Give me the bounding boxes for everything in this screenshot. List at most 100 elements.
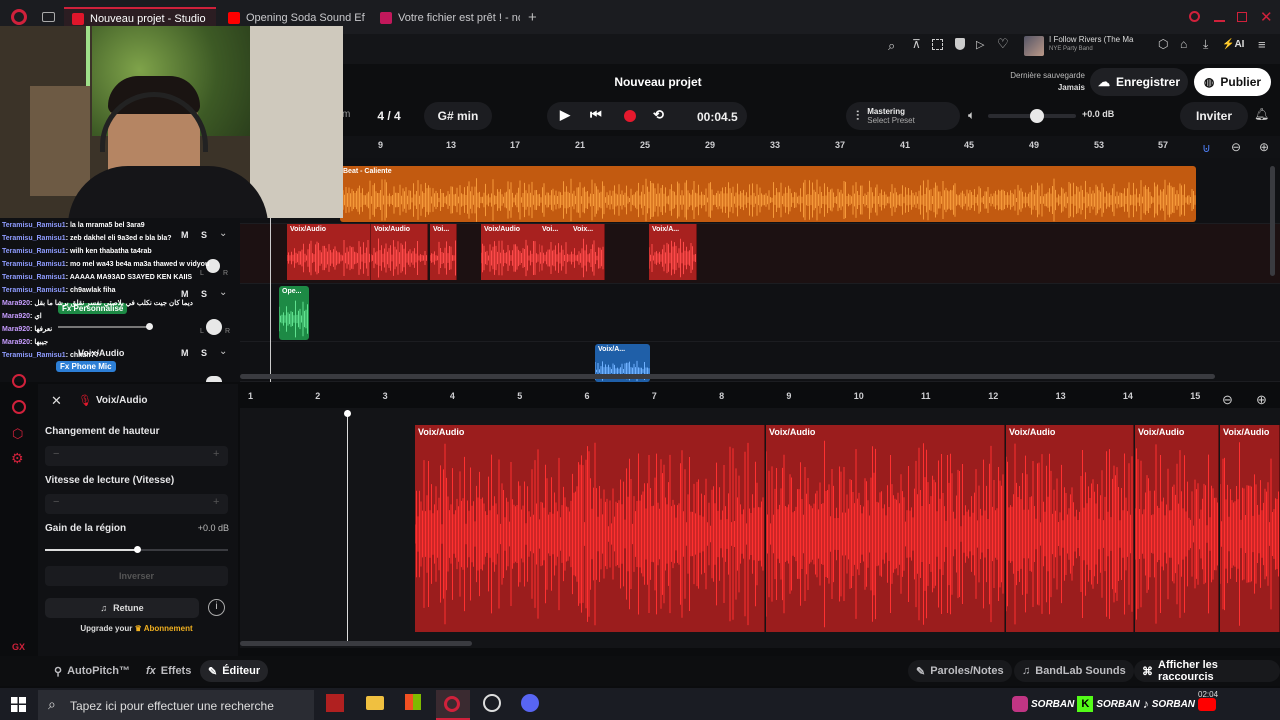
zoom-out-icon[interactable]: ⊖ [1231, 140, 1241, 154]
now-playing-title[interactable]: I Follow Rivers (The Ma [1049, 35, 1141, 44]
effects-button[interactable]: fx Effets [138, 660, 199, 682]
chat-username[interactable]: Mara920 [2, 313, 30, 320]
download-icon[interactable]: ⤓ [1203, 37, 1208, 52]
chat-username[interactable]: Teramisu_Ramisu1 [2, 235, 66, 242]
editor-clip[interactable]: Voix/Audio [1135, 425, 1219, 632]
chat-username[interactable]: Mara920 [2, 300, 30, 307]
record-icon[interactable] [12, 374, 26, 388]
editor-scrollbar[interactable] [240, 641, 472, 646]
clip-voice[interactable]: Voix... [570, 224, 605, 280]
clip-voice[interactable]: Voix/Audio [287, 224, 371, 280]
magnet-icon[interactable]: ⊍ [1202, 141, 1211, 155]
clip-voice[interactable]: Voix/Audio [371, 224, 428, 280]
mastering-button[interactable]: ⫶ Mastering Select Preset [846, 102, 960, 130]
clip-voice[interactable]: Voi... [430, 224, 457, 280]
key-selector[interactable]: G# min [424, 102, 492, 130]
loop-button[interactable]: ⟲ [653, 107, 664, 123]
search-tabs-icon[interactable] [1189, 11, 1200, 22]
editor-ruler[interactable]: 1 2 3 4 5 6 7 8 9 10 11 12 13 14 15 [240, 388, 1280, 408]
record-button[interactable] [624, 110, 636, 122]
editor-zoom-in-icon[interactable]: ⊕ [1256, 392, 1267, 408]
volume-icon[interactable]: 🔈︎ [968, 108, 975, 123]
editor-button[interactable]: ✎ Éditeur [200, 660, 269, 682]
history-icon[interactable] [12, 400, 26, 414]
editor-clip[interactable]: Voix/Audio [766, 425, 1005, 632]
pan-knob[interactable] [206, 376, 222, 382]
clock[interactable]: 02:04 [1198, 690, 1218, 699]
menu-icon[interactable]: ≡ [1258, 37, 1266, 52]
timeline-ruler[interactable]: 9 13 17 21 25 29 33 37 41 45 49 53 57 [340, 136, 1280, 158]
editor-clip[interactable]: Voix/Audio [1006, 425, 1134, 632]
windows-start-icon[interactable] [11, 697, 26, 712]
pin-icon[interactable]: ⊼ [912, 37, 921, 51]
info-icon[interactable]: i [208, 599, 225, 616]
clip-voice[interactable]: Voi... [539, 224, 571, 280]
skip-back-button[interactable]: ⏮ [590, 107, 602, 123]
editor-clip[interactable]: Voix/Audio [1220, 425, 1280, 632]
minus-icon[interactable]: − [53, 448, 59, 460]
chat-username[interactable]: Teramisu_Ramisu1 [2, 287, 66, 294]
reverse-button[interactable]: Inverser [45, 566, 228, 586]
settings-icon[interactable]: ⚙ [11, 450, 24, 467]
folder-icon[interactable] [366, 696, 384, 710]
close-window-icon[interactable]: ✕ [1260, 8, 1273, 26]
chat-username[interactable]: Teramisu_Ramisu1 [2, 222, 66, 229]
opera-gx-icon[interactable] [436, 690, 470, 720]
chat-username[interactable]: Mara920 [2, 339, 30, 346]
chat-username[interactable]: Teramisu_Ramisu1 [2, 274, 66, 281]
pitch-stepper[interactable]: − + [45, 446, 228, 466]
close-editor-icon[interactable]: ✕ [51, 393, 62, 409]
shield-icon[interactable] [955, 38, 965, 50]
play-icon[interactable]: ▷ [976, 38, 984, 51]
gain-slider[interactable] [45, 546, 228, 553]
project-title[interactable]: Nouveau projet [600, 75, 716, 89]
retune-button[interactable]: ♫ Retune [45, 598, 199, 618]
discord-icon[interactable] [521, 694, 539, 712]
opera-logo-icon[interactable] [11, 9, 27, 25]
store-icon[interactable] [405, 694, 421, 710]
tab-file-ready[interactable]: Votre fichier est prêt ! - no [372, 7, 520, 29]
publish-button[interactable]: ◍ Publier [1194, 68, 1271, 96]
zoom-icon[interactable]: ⌕ [888, 38, 895, 54]
clip-voice[interactable]: Voix/Audio [481, 224, 547, 280]
workspace-icon[interactable] [42, 12, 55, 22]
minus-icon[interactable]: − [53, 496, 59, 508]
volume-slider[interactable] [988, 109, 1076, 123]
ai-button[interactable]: ⚡AI [1222, 39, 1244, 50]
fx-badge[interactable]: Fx Phone Mic [56, 361, 116, 372]
editor-clip[interactable]: Voix/Audio [415, 425, 765, 632]
new-tab-button[interactable]: + [528, 9, 537, 26]
gain-slider-knob[interactable] [133, 546, 141, 553]
chat-username[interactable]: Teramisu_Ramisu1 [2, 352, 66, 359]
horizontal-scrollbar[interactable] [240, 374, 1215, 379]
speed-stepper[interactable]: − + [45, 494, 228, 514]
clip-voice[interactable]: Voix/A... [649, 224, 697, 280]
zoom-in-icon[interactable]: ⊕ [1259, 140, 1269, 154]
extensions-icon[interactable]: ⬡ [1158, 37, 1168, 51]
plus-icon[interactable]: + [213, 448, 219, 460]
autopitch-button[interactable]: ⚲ AutoPitch™ [46, 660, 138, 682]
clip-green[interactable]: Ope... [279, 286, 309, 340]
play-button[interactable]: ▶ [560, 107, 570, 123]
maximize-icon[interactable] [1237, 12, 1247, 22]
subscription-link[interactable]: Abonnement [144, 624, 193, 633]
heart-icon[interactable]: ♡ [997, 36, 1009, 52]
sounds-button[interactable]: ♫ BandLab Sounds [1014, 660, 1134, 682]
account-icon[interactable]: ⌂ [1180, 37, 1187, 51]
playhead[interactable] [270, 216, 271, 382]
editor-playhead[interactable] [347, 410, 348, 642]
clip-beat[interactable]: Beat - Caliente [340, 166, 1196, 222]
app-icon-video[interactable] [326, 694, 344, 712]
snapshot-icon[interactable] [932, 39, 943, 50]
lyrics-button[interactable]: ✎ Paroles/Notes [908, 660, 1012, 682]
chat-username[interactable]: Mara920 [2, 326, 30, 333]
taskbar-search[interactable]: ⌕ Tapez ici pour effectuer une recherche [38, 690, 314, 720]
time-signature[interactable]: 4 / 4 [360, 102, 418, 130]
editor-playhead-handle[interactable] [344, 410, 351, 417]
invite-button[interactable]: Inviter [1180, 102, 1248, 130]
plus-icon[interactable]: + [213, 496, 219, 508]
minimize-icon[interactable] [1214, 20, 1225, 22]
obs-icon[interactable] [483, 694, 501, 712]
volume-knob[interactable] [1030, 109, 1044, 123]
bell-icon[interactable]: 🔔︎ [1254, 107, 1269, 121]
